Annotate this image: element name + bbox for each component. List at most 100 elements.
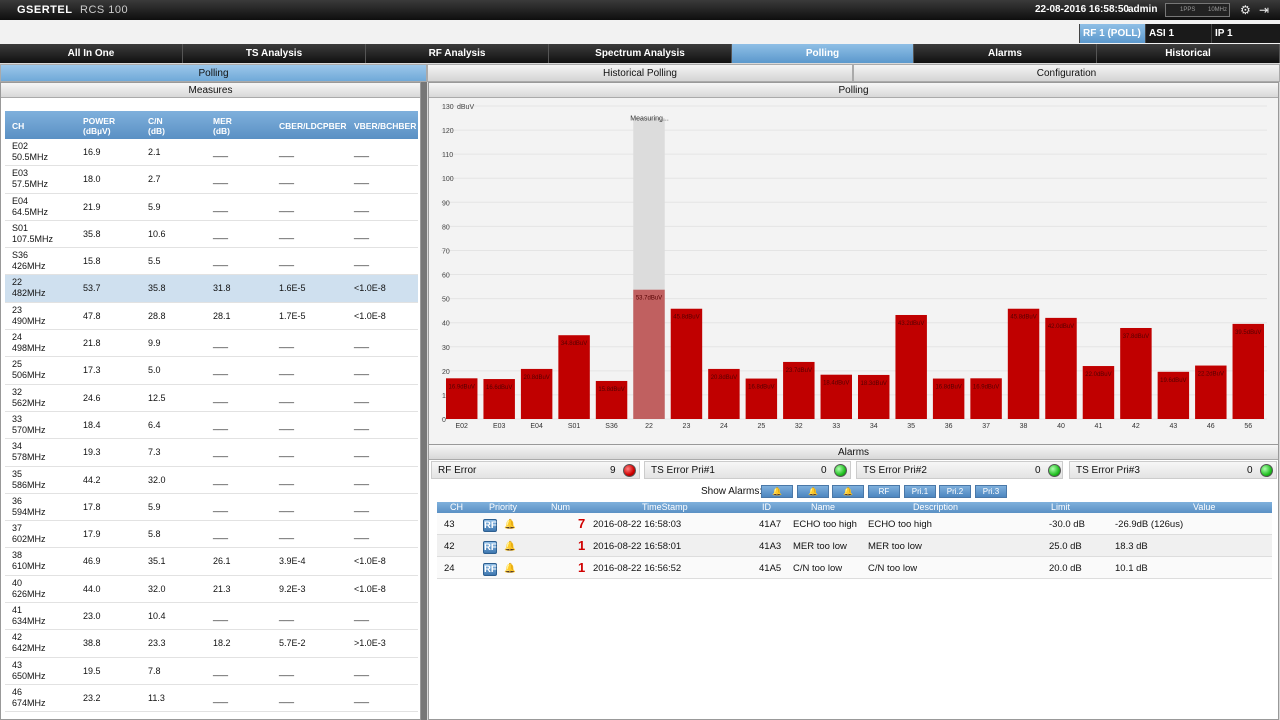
summary-ts-pri2: TS Error Pri#2 0: [856, 461, 1063, 479]
table-row[interactable]: S01 107.5MHz 35.8 10.6 ___ ___ ___: [5, 220, 418, 249]
tab-polling[interactable]: Polling: [732, 44, 914, 63]
alarms-rows: 43 RF 🔔 7 2016-08-22 16:58:03 41A7 ECHO too hi…: [437, 513, 1272, 579]
table-row[interactable]: 41 634MHz 23.0 10.4 ___ ___ ___: [5, 603, 418, 631]
filter-rf-button[interactable]: RF: [868, 485, 900, 498]
subtab-historical-polling[interactable]: Historical Polling: [427, 64, 853, 82]
show-alarms-label: Show Alarms:: [701, 486, 763, 497]
cn-cell: 6.4: [148, 419, 161, 430]
bar-value-label: 15.8dBuV: [598, 387, 624, 393]
channel-name: 42: [12, 632, 23, 643]
table-row[interactable]: 46 674MHz 23.2 11.3 ___ ___ ___: [5, 684, 418, 713]
status-led-icon: [1048, 464, 1061, 477]
vber-cell: ___: [354, 665, 370, 676]
mer-cell: ___: [213, 392, 229, 403]
filter-bell-red-button[interactable]: 🔔: [832, 485, 864, 498]
table-row[interactable]: S36 426MHz 15.8 5.5 ___ ___ ___: [5, 248, 418, 276]
channel-name: 32: [12, 386, 23, 397]
table-row[interactable]: 38 610MHz 46.9 35.1 26.1 3.9E-4 <1.0E-8: [5, 548, 418, 576]
measures-table: CH POWER (dBµV) C/N (dB) MER (dB) CBER/L…: [5, 111, 418, 713]
bar-S01: [558, 335, 590, 419]
channel-cell: 42 642MHz: [12, 632, 46, 654]
status-led-icon: [834, 464, 847, 477]
tab-alarms[interactable]: Alarms: [914, 44, 1097, 63]
power-cell: 15.8: [83, 256, 101, 267]
mer-cell: 26.1: [213, 556, 231, 567]
channel-cell: 40 626MHz: [12, 578, 46, 600]
table-row[interactable]: 43 650MHz 19.5 7.8 ___ ___ ___: [5, 657, 418, 685]
table-row[interactable]: 40 626MHz 44.0 32.0 21.3 9.2E-3 <1.0E-8: [5, 575, 418, 604]
col-name: Name: [811, 502, 836, 512]
tab-spectrum-analysis[interactable]: Spectrum Analysis: [549, 44, 732, 63]
filter-pri3-button[interactable]: Pri.3: [975, 485, 1007, 498]
table-row[interactable]: 36 594MHz 17.8 5.9 ___ ___ ___: [5, 493, 418, 522]
cber-cell: ___: [279, 501, 295, 512]
cn-cell: 28.8: [148, 310, 166, 321]
source-ip1-button[interactable]: IP 1: [1211, 24, 1280, 43]
table-row[interactable]: 24 498MHz 21.8 9.9 ___ ___ ___: [5, 330, 418, 358]
table-row[interactable]: 33 570MHz 18.4 6.4 ___ ___ ___: [5, 411, 418, 440]
x-tick-label: 23: [683, 423, 691, 430]
subtab-configuration[interactable]: Configuration: [853, 64, 1280, 82]
power-cell: 44.0: [83, 583, 101, 594]
filter-bell-yellow-button[interactable]: 🔔: [797, 485, 829, 498]
filter-bell-blue-button[interactable]: 🔔: [761, 485, 793, 498]
y-tick-label: 60: [442, 273, 450, 280]
y-tick-label: 110: [442, 152, 453, 159]
filter-pri1-button[interactable]: Pri.1: [904, 485, 936, 498]
bar-value-label: 43.2dBuV: [898, 321, 924, 327]
top-bar: GSERTEL RCS 100 22-08-2016 16:58:50 admi…: [0, 0, 1280, 20]
source-rf1-button[interactable]: RF 1 (POLL): [1079, 24, 1145, 43]
alarm-value: 10.1 dB: [1115, 563, 1148, 574]
table-row[interactable]: 34 578MHz 19.3 7.3 ___ ___ ___: [5, 439, 418, 467]
table-row[interactable]: 43 RF 🔔 7 2016-08-22 16:58:03 41A7 ECHO too hi…: [437, 513, 1272, 535]
table-row[interactable]: E03 57.5MHz 18.0 2.7 ___ ___ ___: [5, 166, 418, 194]
measures-panel: Measures CH POWER (dBµV) C/N (dB) MER (d…: [0, 82, 421, 720]
channel-name: 36: [12, 495, 23, 506]
filter-pri2-button[interactable]: Pri.2: [939, 485, 971, 498]
vber-cell: <1.0E-8: [354, 283, 386, 294]
power-cell: 24.6: [83, 392, 101, 403]
table-row[interactable]: 22 482MHz 53.7 35.8 31.8 1.6E-5 <1.0E-8: [5, 275, 418, 303]
bar-value-label: 22.2dBuV: [1198, 372, 1224, 378]
cber-cell: ___: [279, 692, 295, 703]
x-tick-label: 33: [832, 423, 840, 430]
panel-splitter[interactable]: [421, 82, 427, 720]
channel-frequency: 57.5MHz: [12, 179, 49, 190]
table-row[interactable]: 25 506MHz 17.3 5.0 ___ ___ ___: [5, 357, 418, 385]
table-row[interactable]: 42 642MHz 38.8 23.3 18.2 5.7E-2 >1.0E-3: [5, 630, 418, 658]
tab-all-in-one[interactable]: All In One: [0, 44, 183, 63]
table-row[interactable]: E04 64.5MHz 21.9 5.9 ___ ___ ___: [5, 193, 418, 221]
source-asi1-button[interactable]: ASI 1: [1145, 24, 1211, 43]
tab-historical[interactable]: Historical: [1097, 44, 1280, 63]
power-cell: 18.0: [83, 174, 101, 185]
table-row[interactable]: 35 586MHz 44.2 32.0 ___ ___ ___: [5, 466, 418, 494]
bar-23: [670, 308, 703, 419]
x-tick-label: E03: [493, 423, 506, 430]
channel-frequency: 650MHz: [12, 670, 46, 681]
alarms-panel: Alarms RF Error 9 TS Error Pri#1 0 TS Er…: [428, 444, 1279, 720]
table-row[interactable]: 42 RF 🔔 1 2016-08-22 16:58:01 41A3 MER too low…: [437, 535, 1272, 557]
table-row[interactable]: 37 602MHz 17.9 5.8 ___ ___ ___: [5, 521, 418, 549]
channel-frequency: 50.5MHz: [12, 152, 49, 162]
channel-name: 22: [12, 277, 23, 288]
cber-cell: ___: [279, 392, 295, 403]
power-cell: 35.8: [83, 228, 101, 239]
gear-icon[interactable]: ⚙: [1240, 3, 1251, 17]
tab-ts-analysis[interactable]: TS Analysis: [183, 44, 366, 63]
cn-cell: 5.9: [148, 201, 161, 212]
cber-cell: 1.6E-5: [279, 283, 306, 294]
table-row[interactable]: E02 50.5MHz 16.9 2.1 ___ ___ ___: [5, 139, 418, 167]
subtab-polling[interactable]: Polling: [0, 64, 427, 82]
measures-rows: E02 50.5MHz 16.9 2.1 ___ ___ ___ E03 57.5MHz 18.0…: [5, 139, 418, 713]
table-row[interactable]: 24 RF 🔔 1 2016-08-22 16:56:52 41A5 C/N too low…: [437, 557, 1272, 579]
bar-value-label: 18.4dBuV: [823, 381, 849, 387]
table-row[interactable]: 32 562MHz 24.6 12.5 ___ ___ ___: [5, 384, 418, 412]
vber-cell: ___: [354, 474, 370, 485]
alarms-table: CH Priority Num TimeStamp ID Name Descri…: [437, 502, 1272, 579]
cber-cell: 3.9E-4: [279, 556, 306, 567]
cber-cell: 5.7E-2: [279, 638, 306, 649]
tab-rf-analysis[interactable]: RF Analysis: [366, 44, 549, 63]
cn-cell: 23.3: [148, 638, 166, 649]
table-row[interactable]: 23 490MHz 47.8 28.8 28.1 1.7E-5 <1.0E-8: [5, 302, 418, 331]
logout-icon[interactable]: ⇥: [1259, 3, 1269, 17]
